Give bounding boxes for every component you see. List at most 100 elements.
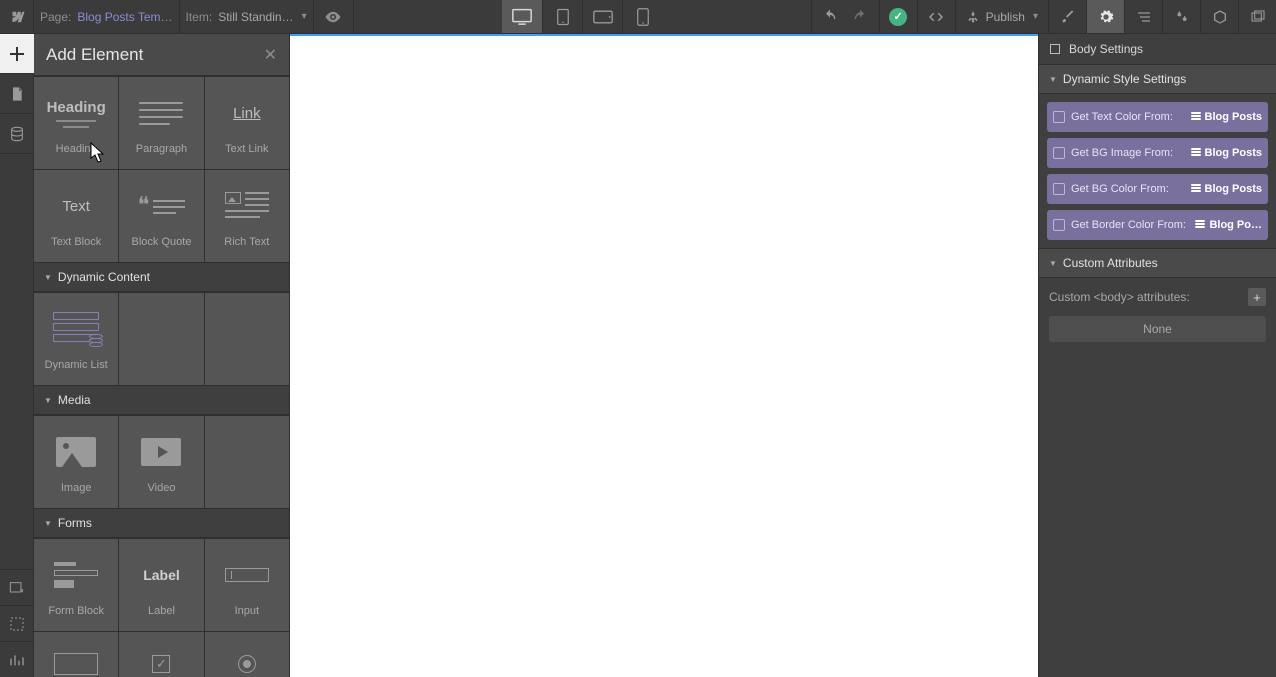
tile-form-block[interactable]: Form Block (34, 539, 118, 631)
plus-icon (10, 47, 24, 61)
cms-button[interactable] (0, 114, 34, 154)
input-icon (225, 568, 269, 582)
checkbox-icon[interactable] (1053, 111, 1065, 123)
page-label: Page: (40, 10, 71, 24)
publish-button[interactable]: Publish ▾ (955, 0, 1048, 33)
publish-label: Publish (986, 10, 1025, 24)
redo-button[interactable] (841, 0, 879, 33)
binding-label: Get BG Image From: (1071, 147, 1173, 159)
database-icon (9, 126, 25, 142)
binding-row-text-color[interactable]: Get Text Color From: Blog Posts (1047, 102, 1268, 132)
style-panel-button[interactable] (1048, 0, 1086, 33)
brush-icon (1060, 9, 1076, 25)
tile-form-label[interactable]: Label Label (119, 539, 203, 631)
device-landscape-button[interactable] (582, 0, 622, 33)
tile-text-block[interactable]: Text Text Block (34, 170, 118, 262)
page-value: Blog Posts Tem… (77, 10, 172, 24)
section-dynamic-style[interactable]: ▼ Dynamic Style Settings (1039, 65, 1276, 94)
attributes-none: None (1049, 316, 1266, 342)
item-selector[interactable]: Item: Still Standin… ▾ (180, 0, 314, 33)
tile-text-link[interactable]: Link Text Link (205, 77, 289, 169)
collection-icon (1191, 112, 1201, 122)
tablet-icon (554, 7, 572, 27)
assets-button[interactable] (1200, 0, 1238, 33)
video-tutorials-button[interactable] (0, 605, 34, 641)
dynamic-list-icon (53, 312, 99, 346)
add-attribute-button[interactable]: + (1248, 288, 1266, 306)
tile-dynamic-list[interactable]: Dynamic List (34, 293, 118, 385)
heading-icon: Heading (47, 99, 106, 128)
export-code-button[interactable] (917, 0, 955, 33)
category-forms[interactable]: ▼ Forms (34, 508, 289, 538)
section-custom-attributes[interactable]: ▼ Custom Attributes (1039, 249, 1276, 278)
help-button[interactable] (0, 641, 34, 677)
tile-radio[interactable] (205, 632, 289, 677)
canvas[interactable] (290, 34, 1038, 677)
binding-row-bg-color[interactable]: Get BG Color From: Blog Posts (1047, 174, 1268, 204)
tile-label: Paragraph (136, 143, 187, 155)
tile-label: Input (235, 605, 259, 617)
logo-button[interactable] (0, 0, 34, 33)
tile-paragraph[interactable]: Paragraph (119, 77, 203, 169)
check-icon: ✓ (889, 8, 907, 26)
image-asset-button[interactable] (0, 569, 34, 605)
droplets-icon (1174, 9, 1190, 25)
pages-button[interactable] (0, 74, 34, 114)
device-desktop-button[interactable] (502, 0, 542, 33)
collection-name: Blog Posts (1205, 183, 1262, 195)
empty-tile (205, 293, 289, 385)
section-label: Dynamic Style Settings (1063, 72, 1186, 86)
settings-panel-button[interactable] (1086, 0, 1124, 33)
redo-icon (852, 9, 868, 25)
status-button[interactable]: ✓ (879, 0, 917, 33)
paragraph-icon (139, 100, 183, 126)
textarea-icon (54, 653, 98, 675)
code-icon (927, 8, 945, 26)
category-label: Forms (58, 516, 92, 530)
binding-row-border-color[interactable]: Get Border Color From: Blog Po… (1047, 210, 1268, 240)
binding-label: Get Text Color From: (1071, 111, 1173, 123)
gear-icon (1098, 9, 1114, 25)
text-icon: Text (62, 198, 90, 215)
device-switcher (496, 0, 668, 33)
page-selector[interactable]: Page: Blog Posts Tem… (34, 0, 180, 33)
device-phone-button[interactable] (622, 0, 662, 33)
image-add-icon (9, 580, 25, 596)
tile-video[interactable]: Video (119, 416, 203, 508)
link-icon: Link (233, 105, 261, 122)
binding-row-bg-image[interactable]: Get BG Image From: Blog Posts (1047, 138, 1268, 168)
collection-icon (1195, 220, 1205, 230)
device-tablet-button[interactable] (542, 0, 582, 33)
tile-image[interactable]: Image (34, 416, 118, 508)
checkbox-icon[interactable] (1053, 183, 1065, 195)
tile-rich-text[interactable]: Rich Text (205, 170, 289, 262)
triangle-down-icon: ▼ (44, 273, 52, 282)
tile-label: Rich Text (224, 236, 269, 248)
images-icon (1250, 9, 1266, 25)
navigator-panel-button[interactable] (1124, 0, 1162, 33)
add-element-body[interactable]: Heading Heading Paragraph Link Text Link… (34, 76, 289, 677)
phone-landscape-icon (593, 10, 613, 24)
add-element-button[interactable] (0, 34, 34, 74)
checkbox-icon[interactable] (1053, 219, 1065, 231)
backups-button[interactable] (1238, 0, 1276, 33)
tile-block-quote[interactable]: ❝ Block Quote (119, 170, 203, 262)
checkbox-icon[interactable] (1053, 147, 1065, 159)
tile-input[interactable]: Input (205, 539, 289, 631)
category-media[interactable]: ▼ Media (34, 385, 289, 415)
style-manager-button[interactable] (1162, 0, 1200, 33)
undo-icon (822, 9, 838, 25)
rich-text-icon (224, 191, 270, 221)
close-button[interactable]: ✕ (264, 45, 277, 65)
tile-checkbox[interactable]: ✓ (119, 632, 203, 677)
body-settings-row[interactable]: Body Settings (1039, 34, 1276, 65)
tile-heading[interactable]: Heading Heading (34, 77, 118, 169)
tile-textarea[interactable] (34, 632, 118, 677)
category-dynamic-content[interactable]: ▼ Dynamic Content (34, 262, 289, 292)
checkbox-icon: ✓ (152, 655, 170, 673)
quote-icon: ❝ (138, 198, 186, 214)
preview-button[interactable] (314, 0, 354, 33)
left-rail (0, 34, 34, 677)
category-label: Media (58, 393, 91, 407)
cube-icon (1212, 9, 1228, 25)
